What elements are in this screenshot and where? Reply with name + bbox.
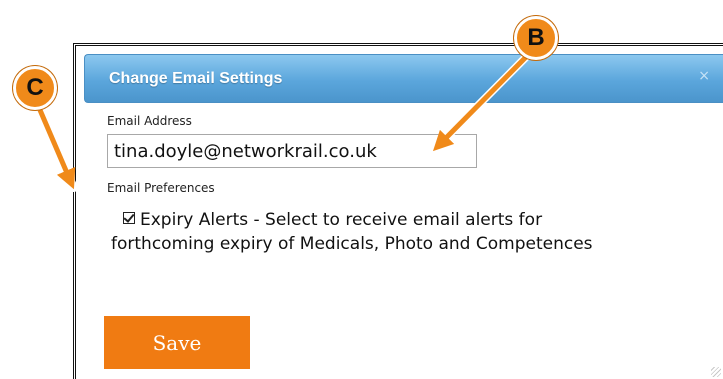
save-button[interactable]: Save [104,316,250,369]
callout-c-arrow-stroke [37,109,76,190]
email-preferences-label: Email Preferences [107,181,215,195]
email-address-label: Email Address [107,114,192,128]
email-field[interactable] [107,134,477,168]
close-icon[interactable]: × [698,69,710,83]
dialog-title: Change Email Settings [109,69,283,87]
expiry-alerts-text-line2: forthcoming expiry of Medicals, Photo an… [111,234,593,254]
expiry-alerts-option: Expiry Alerts - Select to receive email … [111,208,711,256]
resize-handle[interactable] [711,367,721,377]
callout-c-arrow [36,106,78,192]
dialog-titlebar[interactable]: Change Email Settings × [84,54,723,103]
expiry-alerts-text-line1: Expiry Alerts - Select to receive email … [140,210,543,230]
change-email-dialog: Change Email Settings × Email Address Em… [73,43,723,379]
callout-b-marker: B [514,16,558,60]
expiry-alerts-checkbox[interactable] [123,212,135,224]
callout-c-marker: C [13,66,57,110]
